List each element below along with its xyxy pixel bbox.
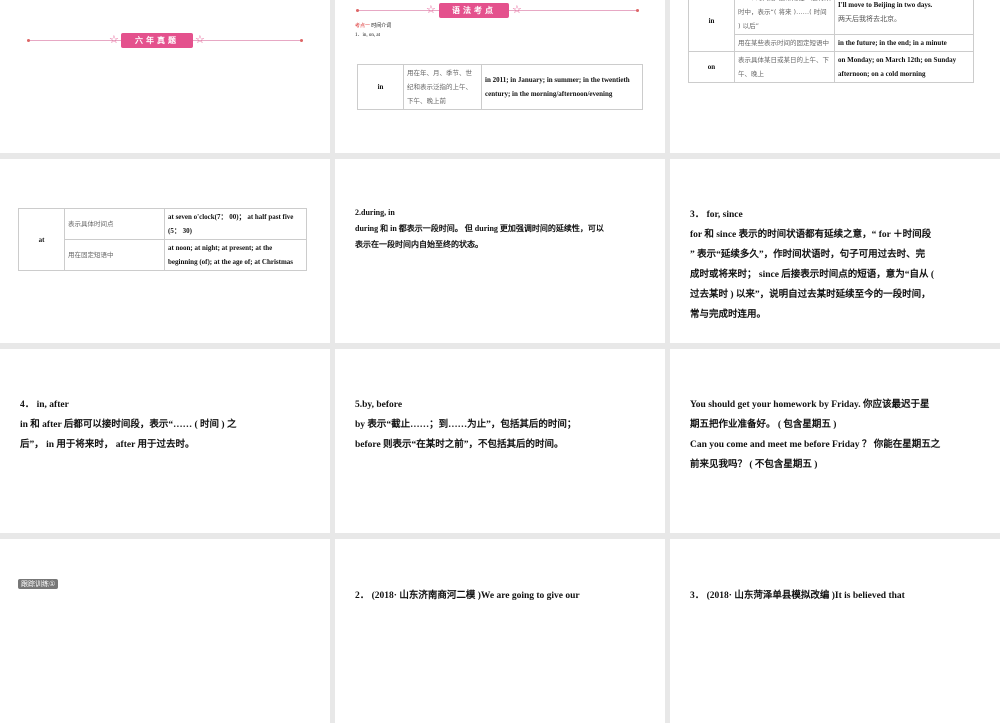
slide-thumbnail-8[interactable]: 5.by, before by 表示“截止……；到……为止”，包括其后的时间； … [335,349,665,533]
section-banner: ☆ 语法考点剖析 ☆ [356,3,639,30]
kaodian-label: 考点一 [355,24,371,29]
practice-badge: 跟踪训练① [18,579,59,589]
slide-thumbnail-11[interactable]: 2． (2018· 山东济南商河二模 )We are going to give… [335,539,665,723]
star-icon: ☆ [195,34,205,46]
grammar-table: in 用在年、月、季节、世纪和表示泛指的上午、下午、晚上前 in 2011; in … [357,64,643,110]
subheading: 1．in, on, at [355,33,380,38]
slide-thumbnail-4[interactable]: at 表示具体时间点 at seven o'clock(7： 00)； at hal… [0,159,330,343]
slide-text: 3． (2018· 山东菏泽单县模拟改编 )It is believed tha… [690,591,905,601]
slide-thumbnail-9[interactable]: You should get your homework by Friday. … [670,349,1000,533]
star-icon: ☆ [109,34,119,46]
grammar-table: in“in ＋时间段”通常用在一般将来时中，表示“( 将来 )……( 时间 ) … [688,0,974,83]
grammar-table: at 表示具体时间点 at seven o'clock(7： 00)； at hal… [18,208,307,271]
slide-thumbnail-2[interactable]: ☆ 语法考点剖析 ☆ 考点一 时间介词 1．in, on, at in 用在年、月… [335,0,665,153]
slide-thumbnail-12[interactable]: 3． (2018· 山东菏泽单县模拟改编 )It is believed tha… [670,539,1000,723]
slide-thumbnail-7[interactable]: 4． in, after in 和 after 后都可以接时间段，表示“…… (… [0,349,330,533]
slide-thumbnail-3[interactable]: in“in ＋时间段”通常用在一般将来时中，表示“( 将来 )……( 时间 ) … [670,0,1000,153]
slide-text: 3． for, since for 和 since 表示的时间状语都有延续之意，… [690,210,935,320]
banner-title: 语法考点剖析 [439,3,509,30]
slide-thumbnail-6[interactable]: 3． for, since for 和 since 表示的时间状语都有延续之意，… [670,159,1000,343]
slide-thumbnail-1[interactable]: ☆ 六年真题回顾 ☆ [0,0,330,153]
banner-title: 六年真题回顾 [121,33,193,60]
kaodian-title: 时间介词 [371,24,392,29]
slide-text: 4． in, after in 和 after 后都可以接时间段，表示“…… (… [20,400,237,450]
slide-text: 5.by, before by 表示“截止……；到……为止”，包括其后的时间； … [355,400,577,450]
slide-text: 2.during, in during 和 in 都表示一段时间。 但 duri… [355,208,604,249]
slide-text: You should get your homework by Friday. … [690,400,941,470]
slide-text: 2． (2018· 山东济南商河二模 )We are going to give… [355,591,580,601]
slide-thumbnail-5[interactable]: 2.during, in during 和 in 都表示一段时间。 但 duri… [335,159,665,343]
slide-thumbnail-10[interactable]: 跟踪训练① [0,539,330,723]
section-banner: ☆ 六年真题回顾 ☆ [27,33,303,60]
